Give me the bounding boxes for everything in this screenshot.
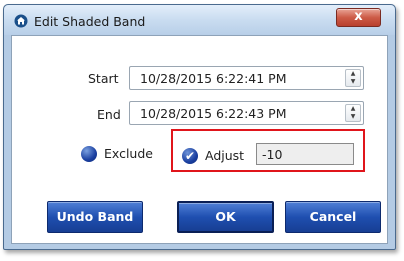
end-datetime-field[interactable]: 10/28/2015 6:22:43 PM ▲ ▼ — [129, 101, 364, 125]
spin-down-icon[interactable]: ▼ — [346, 78, 360, 86]
start-spinner[interactable]: ▲ ▼ — [345, 69, 361, 87]
start-datetime-value: 10/28/2015 6:22:41 PM — [140, 71, 287, 86]
close-icon: x — [354, 9, 363, 24]
exclude-label[interactable]: Exclude — [104, 146, 153, 161]
end-label: End — [97, 107, 121, 122]
adjust-checkmark-icon[interactable]: ✔ — [182, 148, 198, 164]
end-datetime-value: 10/28/2015 6:22:43 PM — [140, 106, 287, 121]
window-title: Edit Shaded Band — [34, 14, 146, 29]
end-spinner[interactable]: ▲ ▼ — [345, 104, 361, 122]
exclude-radio-icon[interactable] — [81, 146, 97, 162]
cancel-button[interactable]: Cancel — [285, 201, 381, 233]
undo-band-button[interactable]: Undo Band — [47, 201, 143, 233]
close-button[interactable]: x — [336, 8, 381, 27]
adjust-label[interactable]: Adjust — [205, 148, 244, 163]
adjust-input[interactable]: -10 — [256, 143, 354, 165]
start-label: Start — [88, 71, 119, 86]
spin-down-icon[interactable]: ▼ — [346, 113, 360, 121]
dialog-body: Start 10/28/2015 6:22:41 PM ▲ ▼ End 10/2… — [11, 35, 388, 244]
app-home-icon — [14, 14, 28, 28]
title-bar: Edit Shaded Band x — [4, 5, 395, 35]
spin-up-icon[interactable]: ▲ — [346, 105, 360, 113]
ok-button[interactable]: OK — [177, 201, 274, 233]
start-datetime-field[interactable]: 10/28/2015 6:22:41 PM ▲ ▼ — [129, 66, 364, 90]
spin-up-icon[interactable]: ▲ — [346, 70, 360, 78]
edit-shaded-band-dialog: Edit Shaded Band x Start 10/28/2015 6:22… — [3, 4, 396, 250]
